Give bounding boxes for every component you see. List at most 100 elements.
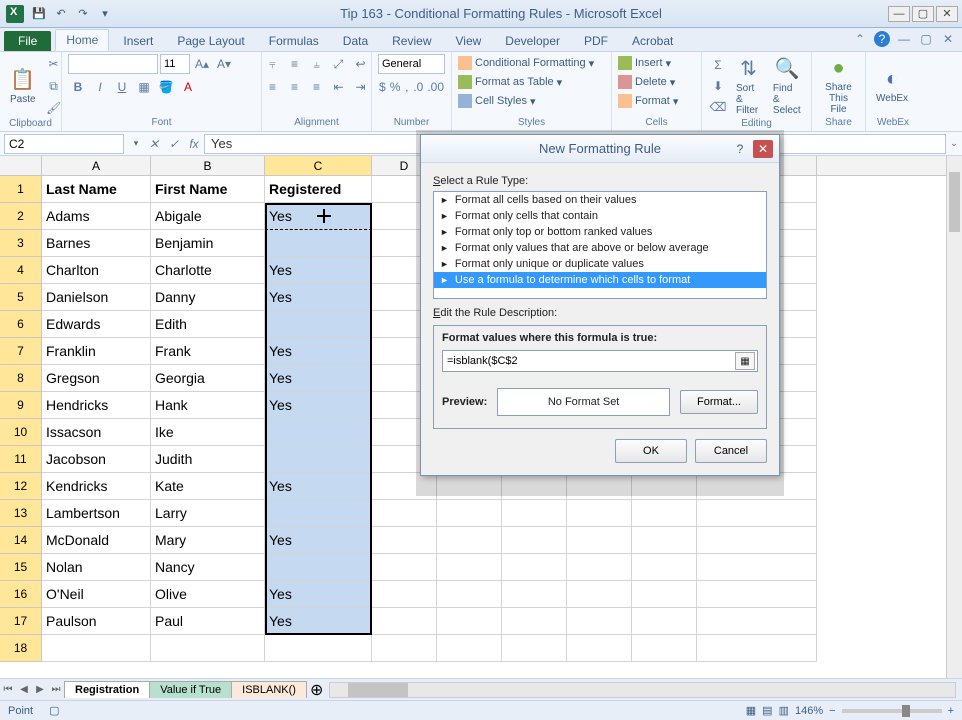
cell[interactable]	[265, 311, 372, 338]
format-as-table-button[interactable]: Format as Table ▾	[458, 73, 562, 91]
row-header[interactable]: 17	[0, 608, 42, 635]
cell[interactable]	[502, 608, 567, 635]
cell[interactable]	[502, 635, 567, 662]
row-header[interactable]: 10	[0, 419, 42, 446]
cell[interactable]	[567, 635, 632, 662]
cell[interactable]	[697, 635, 817, 662]
expand-formula-bar-icon[interactable]: ⌄	[946, 134, 962, 154]
cell[interactable]	[567, 581, 632, 608]
cell[interactable]: Hank	[151, 392, 265, 419]
zoom-out-icon[interactable]: −	[829, 705, 835, 717]
formula-field[interactable]: ▦	[442, 350, 758, 372]
cell[interactable]	[697, 554, 817, 581]
cell[interactable]: Barnes	[42, 230, 151, 257]
row-header[interactable]: 2	[0, 203, 42, 230]
cell[interactable]	[632, 581, 697, 608]
cell[interactable]: Georgia	[151, 365, 265, 392]
fx-icon[interactable]: fx	[184, 134, 204, 154]
cell[interactable]	[632, 500, 697, 527]
cancel-button[interactable]: Cancel	[695, 439, 767, 463]
autosum-icon[interactable]: Σ	[708, 55, 728, 75]
cell[interactable]: Adams	[42, 203, 151, 230]
cell[interactable]: Edwards	[42, 311, 151, 338]
cell[interactable]: Yes	[265, 284, 372, 311]
cell[interactable]	[372, 608, 437, 635]
cell[interactable]: Kate	[151, 473, 265, 500]
webex-button[interactable]: ◐WebEx	[872, 66, 912, 106]
cell[interactable]	[697, 500, 817, 527]
last-sheet-icon[interactable]: ⏭	[48, 682, 64, 698]
find-select-button[interactable]: 🔍Find & Select	[769, 54, 805, 118]
font-color-icon[interactable]: A	[178, 77, 198, 97]
align-right-icon[interactable]: ≡	[307, 77, 327, 97]
cell[interactable]	[502, 500, 567, 527]
rule-type-item[interactable]: ►Format only top or bottom ranked values	[434, 224, 766, 240]
next-sheet-icon[interactable]: ▶	[32, 682, 48, 698]
minimize-ribbon-icon[interactable]: ⌃	[852, 31, 868, 47]
row-header[interactable]: 16	[0, 581, 42, 608]
row-header[interactable]: 13	[0, 500, 42, 527]
pagelayout-tab[interactable]: Page Layout	[167, 31, 254, 51]
cell[interactable]	[632, 608, 697, 635]
prev-sheet-icon[interactable]: ◀	[16, 682, 32, 698]
dialog-help-icon[interactable]: ?	[731, 140, 749, 158]
zoom-in-icon[interactable]: +	[948, 705, 954, 717]
fill-icon[interactable]: ⬇	[708, 76, 728, 96]
underline-button[interactable]: U	[112, 77, 132, 97]
rule-type-item[interactable]: ►Format all cells based on their values	[434, 192, 766, 208]
cell[interactable]	[502, 527, 567, 554]
cell[interactable]: McDonald	[42, 527, 151, 554]
row-header[interactable]: 7	[0, 338, 42, 365]
align-left-icon[interactable]: ≡	[263, 77, 283, 97]
cell[interactable]: Benjamin	[151, 230, 265, 257]
cell[interactable]	[437, 581, 502, 608]
cell-styles-button[interactable]: Cell Styles ▾	[458, 92, 536, 110]
cell[interactable]: Yes	[265, 473, 372, 500]
rule-type-item[interactable]: ►Format only unique or duplicate values	[434, 256, 766, 272]
name-box[interactable]: C2	[4, 134, 124, 154]
vscroll-thumb[interactable]	[949, 172, 960, 232]
row-header[interactable]: 14	[0, 527, 42, 554]
cell[interactable]: Yes	[265, 608, 372, 635]
cell[interactable]: Edith	[151, 311, 265, 338]
increase-indent-icon[interactable]: ⇥	[351, 77, 371, 97]
cancel-formula-icon[interactable]: ✕	[144, 134, 164, 154]
col-header-a[interactable]: A	[42, 156, 151, 175]
first-sheet-icon[interactable]: ⏮	[0, 682, 16, 698]
doc-minimize-icon[interactable]: —	[896, 31, 912, 47]
cell[interactable]: Yes	[265, 257, 372, 284]
cell[interactable]	[265, 419, 372, 446]
cell[interactable]: O'Neil	[42, 581, 151, 608]
cell[interactable]	[265, 635, 372, 662]
cell[interactable]: Hendricks	[42, 392, 151, 419]
sheet-tab-value-if-true[interactable]: Value if True	[149, 681, 232, 698]
cell[interactable]: Nolan	[42, 554, 151, 581]
format-button[interactable]: Format...	[680, 390, 758, 414]
zoom-slider[interactable]	[842, 709, 942, 713]
cell[interactable]: Last Name	[42, 176, 151, 203]
macro-record-icon[interactable]: ▢	[49, 704, 59, 717]
cell[interactable]: Charlton	[42, 257, 151, 284]
sheet-tab-isblank[interactable]: ISBLANK()	[231, 681, 307, 698]
cell[interactable]: Jacobson	[42, 446, 151, 473]
sort-filter-button[interactable]: ⇅Sort & Filter	[732, 54, 765, 118]
horizontal-scrollbar[interactable]	[329, 682, 956, 698]
border-icon[interactable]: ▦	[134, 77, 154, 97]
font-size-input[interactable]	[160, 54, 190, 74]
cell[interactable]: Yes	[265, 527, 372, 554]
cell[interactable]: Registered	[265, 176, 372, 203]
cell[interactable]	[697, 608, 817, 635]
cell[interactable]	[567, 500, 632, 527]
cell[interactable]	[502, 581, 567, 608]
cell[interactable]	[697, 581, 817, 608]
cell[interactable]	[372, 581, 437, 608]
row-header[interactable]: 3	[0, 230, 42, 257]
orientation-icon[interactable]: ⤢	[329, 54, 349, 74]
align-top-icon[interactable]: ⫧	[263, 54, 283, 74]
align-middle-icon[interactable]: ≡	[285, 54, 305, 74]
cell[interactable]	[632, 635, 697, 662]
vertical-scrollbar[interactable]	[946, 156, 962, 678]
page-break-view-icon[interactable]: ▥	[779, 704, 789, 717]
bold-button[interactable]: B	[68, 77, 88, 97]
rule-type-item[interactable]: ►Format only values that are above or be…	[434, 240, 766, 256]
